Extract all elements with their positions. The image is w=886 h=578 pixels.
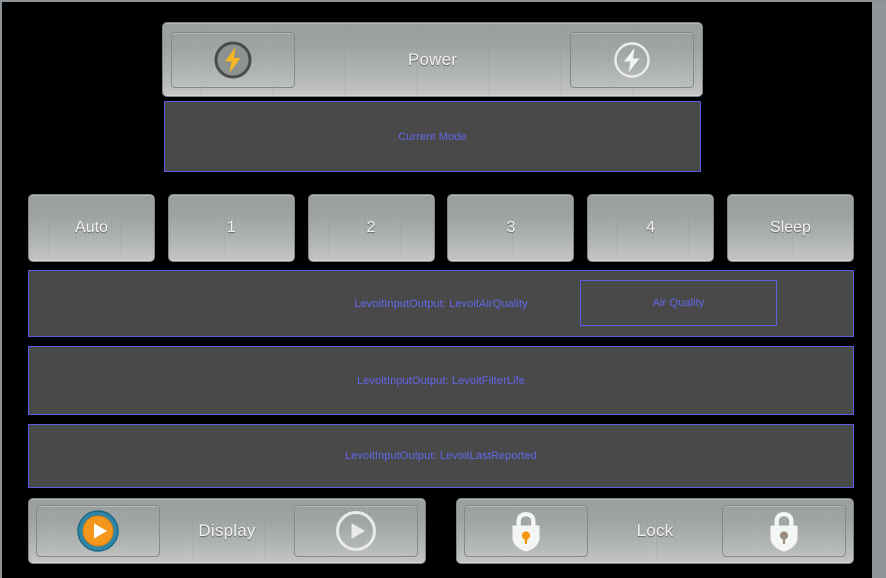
mode-button-label: Sleep xyxy=(770,219,811,236)
lock-closed-on-icon xyxy=(504,508,548,554)
filter-life-io-label: LevoitInputOutput: LevoitFilterLife xyxy=(357,374,525,387)
power-bolt-off-icon xyxy=(611,39,653,81)
power-control-bar: Power xyxy=(162,22,703,97)
lock-label: Lock xyxy=(636,521,674,540)
display-on-button[interactable] xyxy=(36,505,160,557)
mode-button-1[interactable]: 1 xyxy=(167,194,295,262)
mode-button-row: Auto 1 2 3 4 Sleep xyxy=(28,194,854,262)
lock-closed-off-icon xyxy=(762,508,806,554)
display-off-button[interactable] xyxy=(294,505,418,557)
last-reported-io-label: LevoitInputOutput: LevoitLastReported xyxy=(344,450,538,462)
mode-button-label: 2 xyxy=(366,219,376,236)
mode-button-3[interactable]: 3 xyxy=(447,194,575,262)
power-label: Power xyxy=(407,49,458,69)
vertical-scrollbar[interactable] xyxy=(872,2,886,578)
lock-on-button[interactable] xyxy=(464,505,588,557)
last-reported-panel: LevoitInputOutput: LevoitLastReported xyxy=(28,424,854,488)
play-circle-on-icon xyxy=(76,509,120,553)
current-mode-panel: Current Mode xyxy=(164,101,701,172)
air-quality-value-box[interactable]: Air Quality xyxy=(580,280,777,326)
display-control-bar: Display xyxy=(28,498,426,564)
air-quality-sub-label: Air Quality xyxy=(652,297,705,309)
current-mode-label: Current Mode xyxy=(398,130,467,143)
lock-off-button[interactable] xyxy=(722,505,846,557)
filter-life-panel: LevoitInputOutput: LevoitFilterLife xyxy=(28,346,854,415)
mode-button-2[interactable]: 2 xyxy=(307,194,435,262)
display-label: Display xyxy=(198,521,256,540)
mode-button-label: 3 xyxy=(506,219,516,236)
mode-button-label: 1 xyxy=(226,219,236,236)
power-on-button[interactable] xyxy=(171,31,295,88)
air-quality-panel: LevoitInputOutput: LevoitAirQuality Air … xyxy=(28,270,854,337)
lock-control-bar: Lock xyxy=(456,498,854,564)
mode-button-label: 4 xyxy=(646,219,656,236)
content-area: Power Current Mode Auto 1 2 3 4 Sleep Le… xyxy=(2,2,872,578)
power-bolt-on-icon xyxy=(212,39,254,81)
mode-button-label: Auto xyxy=(75,219,108,236)
scrollbar-thumb[interactable] xyxy=(872,2,886,578)
power-off-button[interactable] xyxy=(570,31,694,88)
play-circle-off-icon xyxy=(334,509,378,553)
app-window: Power Current Mode Auto 1 2 3 4 Sleep Le… xyxy=(0,0,886,578)
mode-button-auto[interactable]: Auto xyxy=(28,194,155,262)
mode-button-sleep[interactable]: Sleep xyxy=(726,194,854,262)
mode-button-4[interactable]: 4 xyxy=(587,194,715,262)
